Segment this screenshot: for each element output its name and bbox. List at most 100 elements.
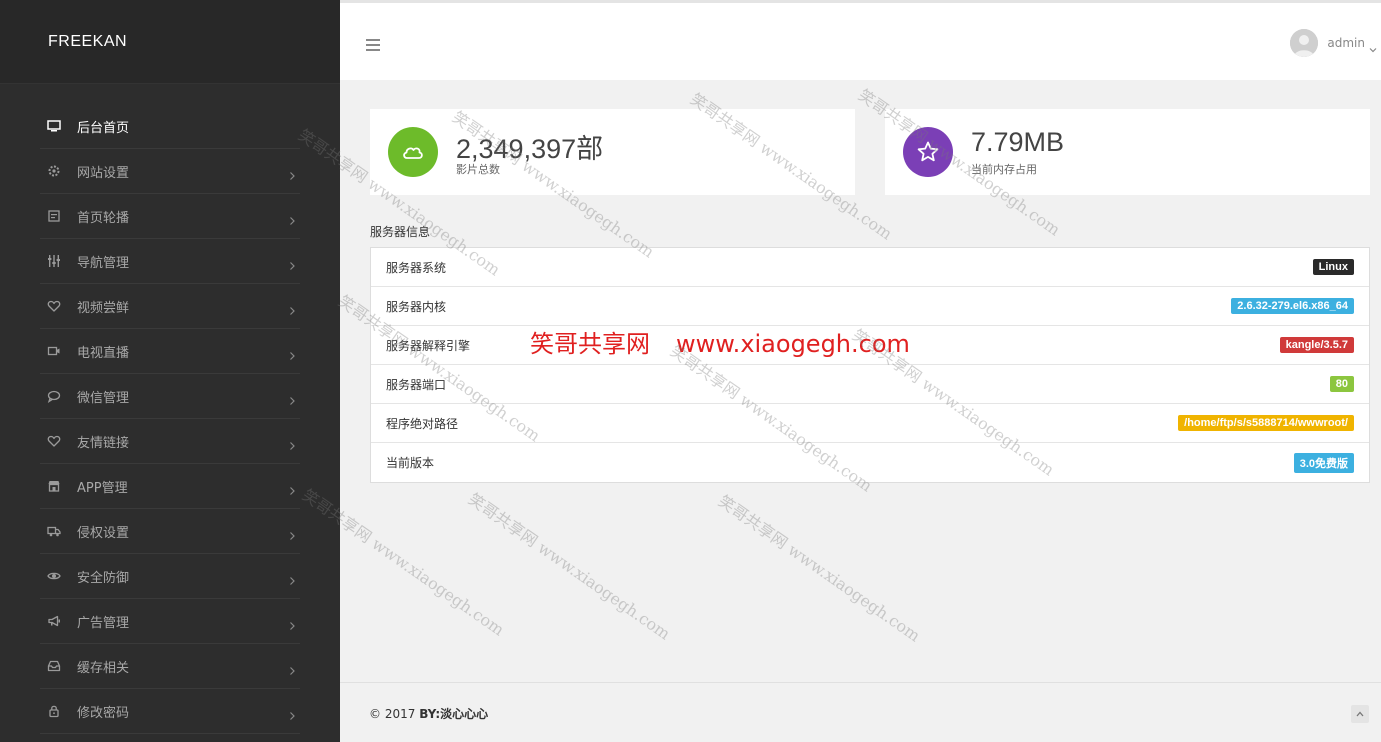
sidebar-item[interactable]: 修改密码 [40,689,300,734]
info-key: 服务器端口 [386,377,447,392]
user-menu[interactable]: admin [1290,29,1377,57]
sidebar-item[interactable]: 后台首页 [40,104,300,149]
info-key: 程序绝对路径 [386,416,459,431]
avatar [1290,29,1319,57]
heart-icon [47,299,61,313]
info-key: 服务器解释引擎 [386,338,471,353]
sidebar-item[interactable]: 安全防御 [40,554,300,599]
gear-icon [47,164,61,178]
watermark-cn: 笑哥共享网 [530,330,650,358]
chat-icon [47,389,61,403]
chevron-right-icon [288,706,296,720]
sidebar-item[interactable]: 电视直播 [40,329,300,374]
truck-icon [47,524,61,538]
chevron-right-icon [288,661,296,675]
info-value-badge: /home/ftp/s/s5888714/wwwroot/ [1178,415,1354,431]
star-icon [917,141,939,162]
sidebar-item-label: 缓存相关 [77,660,130,676]
calendar-icon [47,209,61,223]
brand-name: FREEKAN [48,32,128,50]
sidebar-item-label: 视频尝鲜 [77,300,130,316]
table-row: 服务器系统 Linux [371,248,1369,287]
table-row: 当前版本 3.0免费版 [371,443,1369,482]
sidebar-item[interactable]: APP管理 [40,464,300,509]
stat-card-movies: 2,349,397部 影片总数 [370,109,855,195]
stat-label: 当前内存占用 [971,163,1037,176]
top-header: admin [340,0,1381,80]
sidebar-item-label: 侵权设置 [77,525,130,541]
table-row: 服务器端口 80 [371,365,1369,404]
server-info-title: 服务器信息 [370,225,431,239]
sidebar-item-label: 修改密码 [77,705,130,721]
watermark-center: 笑哥共享网 www.xiaogegh.com [530,324,910,359]
sidebar-item[interactable]: 导航管理 [40,239,300,284]
store-icon [47,479,61,493]
sidebar-item[interactable]: 首页轮播 [40,194,300,239]
stat-label: 影片总数 [456,163,500,176]
info-value-badge: Linux [1312,259,1354,275]
chevron-right-icon [288,391,296,405]
sidebar-item[interactable]: 缓存相关 [40,644,300,689]
chevron-right-icon [288,301,296,315]
chevron-right-icon [288,481,296,495]
chevron-right-icon [288,166,296,180]
sidebar-item[interactable]: 微信管理 [40,374,300,419]
video-icon [47,344,61,358]
watermark-diagonal: 笑哥共享网 www.xiaogegh.com [714,491,924,646]
table-row: 服务器内核 2.6.32-279.el6.x86_64 [371,287,1369,326]
info-value-badge: kangle/3.5.7 [1279,337,1354,353]
sidebar-item[interactable]: 视频尝鲜 [40,284,300,329]
chevron-right-icon [288,526,296,540]
info-key: 当前版本 [386,456,435,470]
sidebar-item-label: 安全防御 [77,570,130,586]
menu-toggle-button[interactable] [366,36,380,51]
sidebar-item-label: 首页轮播 [77,210,130,226]
watermark-diagonal: 笑哥共享网 www.xiaogegh.com [464,489,674,644]
chevron-up-icon [1356,711,1364,717]
sidebar-item[interactable]: 网站设置 [40,149,300,194]
sidebar-item-label: 友情链接 [77,435,130,451]
user-avatar-icon [1290,29,1319,57]
sidebar-item-label: 广告管理 [77,615,130,631]
sidebar-item[interactable]: 侵权设置 [40,509,300,554]
watermark-url: www.xiaogegh.com [676,330,910,358]
user-name: admin [1327,36,1365,50]
brand-logo[interactable]: FREEKAN [0,0,340,84]
sidebar-item-label: 网站设置 [77,165,130,181]
cloud-icon [403,147,423,159]
sliders-icon [47,254,61,268]
info-key: 服务器内核 [386,299,447,314]
copyright-prefix: © 2017 [369,707,416,721]
chevron-right-icon [288,571,296,585]
sidebar-nav: 后台首页网站设置首页轮播导航管理视频尝鲜电视直播微信管理友情链接 APP管理侵权设… [0,104,340,734]
stat-value: 7.79MB [971,127,1065,157]
footer: © 2017 BY:淡心心心 [340,682,1381,742]
info-value-badge: 2.6.32-279.el6.x86_64 [1231,298,1354,314]
chevron-right-icon [288,256,296,270]
sidebar-item-label: APP管理 [77,480,128,496]
inbox-icon [47,659,61,673]
scroll-to-top-button[interactable] [1351,705,1369,723]
sidebar: FREEKAN 后台首页网站设置首页轮播导航管理视频尝鲜电视直播微信管理友情链接… [0,0,340,742]
stat-circle [903,127,953,177]
chevron-right-icon [288,211,296,225]
sidebar-item[interactable]: 广告管理 [40,599,300,644]
hamburger-icon [366,39,380,51]
table-row: 程序绝对路径/home/ftp/s/s5888714/wwwroot/ [371,404,1369,443]
sidebar-item[interactable]: 友情链接 [40,419,300,464]
info-value-badge: 80 [1329,376,1354,392]
chevron-right-icon [288,346,296,360]
chevron-down-icon [1369,39,1377,53]
sidebar-item-label: 导航管理 [77,255,130,271]
megaphone-icon [47,614,61,628]
chevron-right-icon [288,436,296,450]
lock-icon [47,704,61,718]
eye-icon [47,569,61,583]
copyright: © 2017 BY:淡心心心 [369,705,488,722]
monitor-icon [47,119,61,133]
sidebar-item-label: 电视直播 [77,345,130,361]
chevron-right-icon [288,616,296,630]
info-key: 服务器系统 [386,260,447,275]
heart-icon [47,434,61,448]
sidebar-item-label: 后台首页 [77,120,130,136]
